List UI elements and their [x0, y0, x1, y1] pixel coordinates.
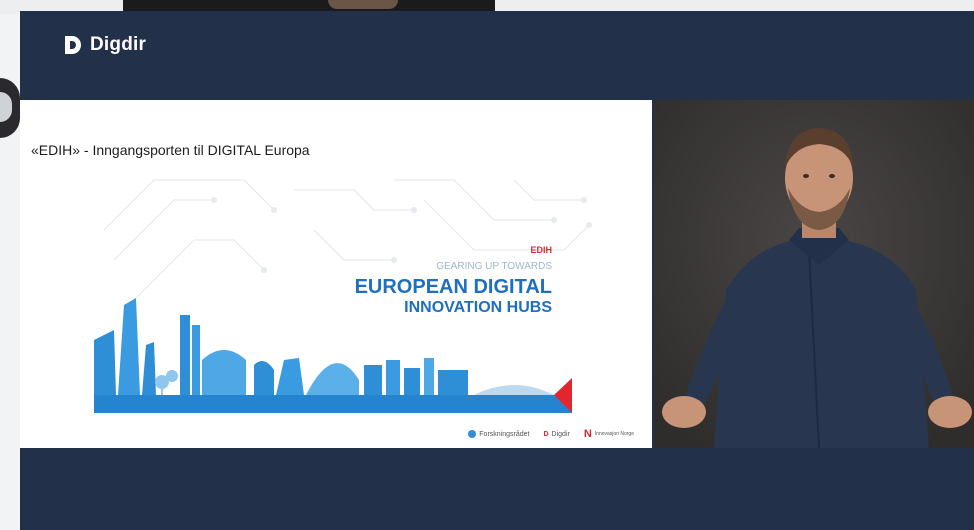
logo-digdir-label: Digdir	[551, 430, 570, 438]
slide-tagline: GEARING UP TOWARDS	[436, 261, 552, 272]
slide-title: «EDIH» - Inngangsporten til DIGITAL Euro…	[31, 142, 310, 158]
logo-innovasjon-norge: N Innovasjon Norge	[584, 428, 634, 440]
edih-badge: EDIH	[530, 245, 552, 255]
logo-forskningsradet: Forskningsrådet	[468, 430, 529, 438]
speaker-video	[654, 100, 974, 448]
presenter-figure	[654, 100, 974, 448]
forskningsradet-icon	[468, 430, 477, 438]
logo-forskningsradet-label: Forskningsrådet	[479, 430, 530, 438]
presentation-slide: «EDIH» - Inngangsporten til DIGITAL Euro…	[20, 100, 652, 448]
digdir-small-icon: D	[543, 430, 549, 438]
logo-innovasjon-norge-label: Innovasjon Norge	[594, 431, 634, 437]
logo-digdir: D Digdir	[543, 431, 569, 438]
digdir-logo-icon	[65, 36, 81, 54]
sponsor-logos: Forskningsrådet D Digdir N Innovasjon No…	[468, 428, 634, 440]
brand-name: Digdir	[90, 34, 147, 55]
headline-line2: INNOVATION HUBS	[404, 299, 552, 316]
participant-face	[328, 0, 398, 9]
innovasjon-norge-icon: N	[583, 428, 592, 440]
headline-line1: EUROPEAN DIGITAL	[355, 276, 552, 298]
self-view-edge[interactable]	[0, 78, 20, 138]
edih-skyline-graphic: EDIH GEARING UP TOWARDS EUROPEAN DIGITAL…	[94, 179, 592, 413]
stream-window: Digdir «EDIH» - Inngangsporten til DIGIT…	[20, 11, 974, 530]
brand: Digdir	[62, 34, 146, 56]
